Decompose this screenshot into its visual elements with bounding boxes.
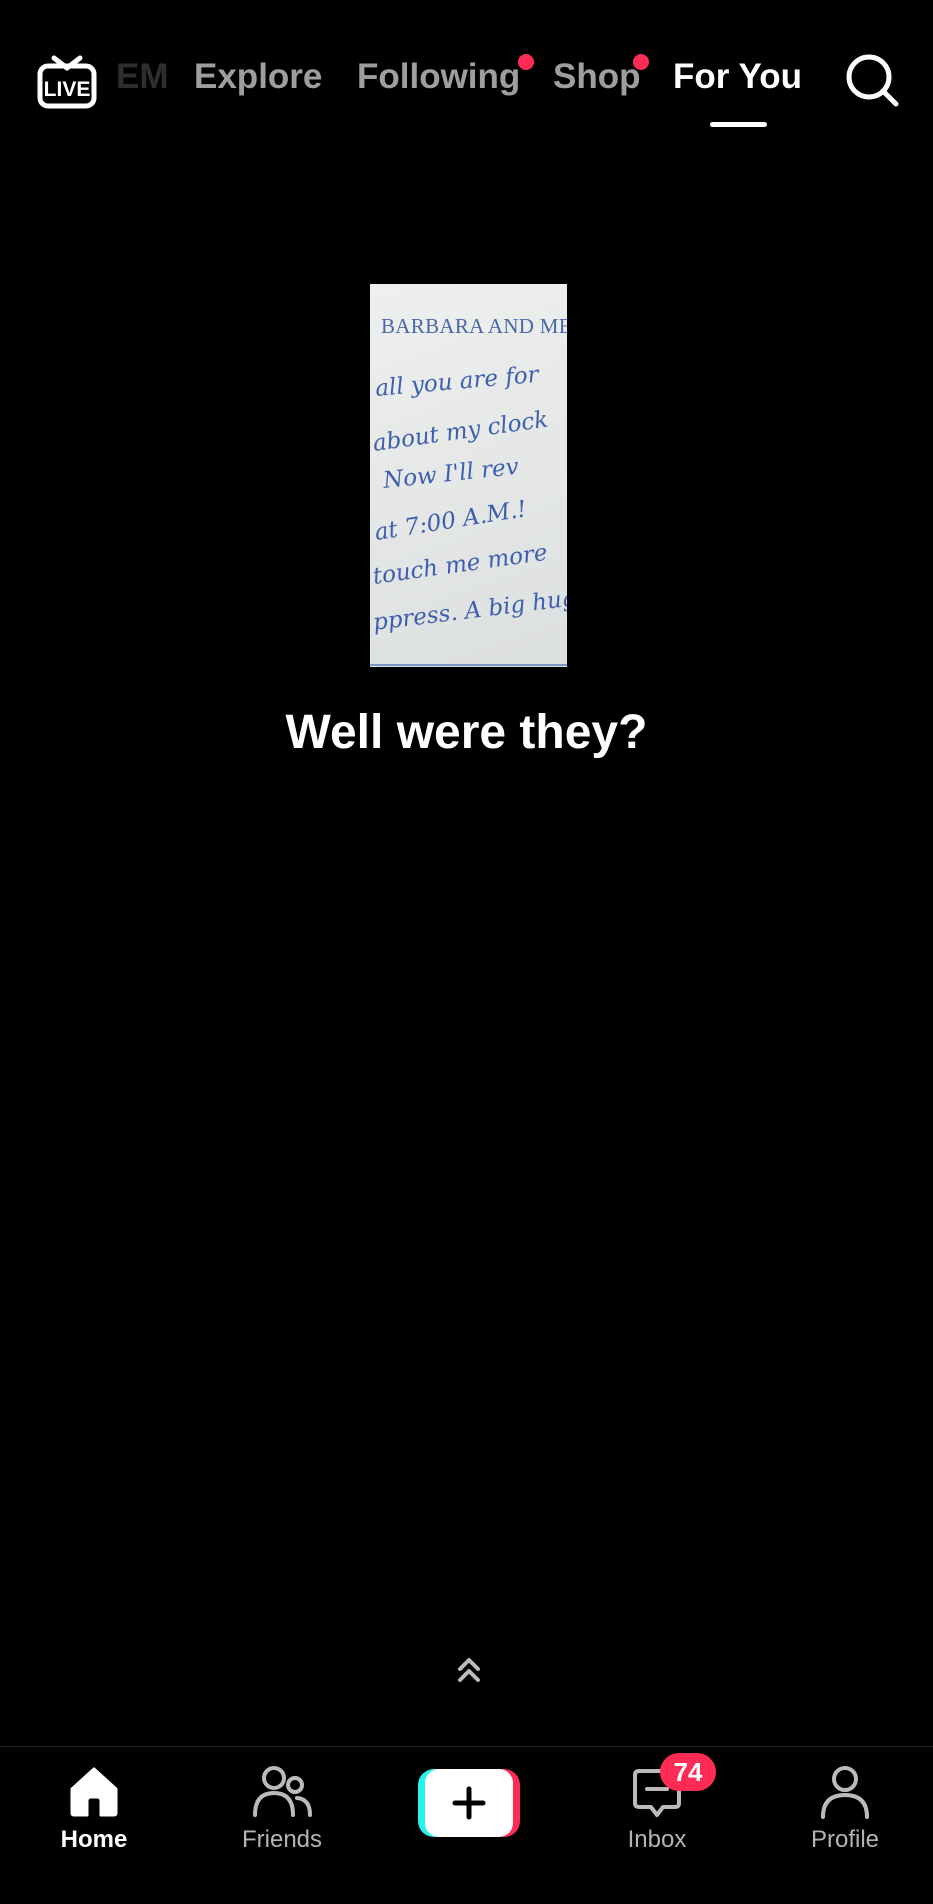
bottom-navigation: Home Friends Inbox 74 Profile bbox=[0, 1746, 933, 1904]
active-tab-indicator bbox=[710, 122, 767, 127]
inbox-unread-badge: 74 bbox=[660, 1753, 716, 1791]
post-image-handwritten-note: BARBARA AND MER all you are for about my… bbox=[370, 284, 567, 667]
search-button[interactable] bbox=[844, 52, 900, 108]
tab-following[interactable]: Following bbox=[357, 56, 520, 98]
note-line-2: about my clock bbox=[371, 407, 550, 457]
nav-profile-label: Profile bbox=[810, 1826, 880, 1853]
profile-icon bbox=[821, 1766, 869, 1819]
search-icon bbox=[846, 54, 899, 107]
note-line-6: ppress. A big hug bbox=[372, 585, 567, 636]
tab-em[interactable]: EM bbox=[116, 56, 169, 98]
nav-inbox-label: Inbox bbox=[627, 1826, 687, 1853]
note-line-4: at 7:00 A.M.! bbox=[373, 496, 528, 546]
create-post-button[interactable] bbox=[418, 1769, 520, 1837]
tab-shop[interactable]: Shop bbox=[553, 56, 640, 98]
note-line-5: touch me more bbox=[371, 540, 549, 590]
plus-icon bbox=[452, 1786, 486, 1820]
nav-profile[interactable]: Profile bbox=[775, 1747, 915, 1867]
post-caption: Well were they? bbox=[285, 706, 648, 759]
tab-for-you[interactable]: For You bbox=[673, 56, 802, 98]
app-screen: LIVE EM Explore Following Shop For You B… bbox=[0, 0, 933, 1904]
note-line-3: Now I'll rev bbox=[381, 454, 520, 494]
double-chevron-up-icon bbox=[458, 1658, 480, 1682]
nav-friends-label: Friends bbox=[241, 1826, 323, 1853]
shop-notification-dot bbox=[633, 54, 649, 70]
following-notification-dot bbox=[518, 54, 534, 70]
nav-friends[interactable]: Friends bbox=[212, 1747, 352, 1867]
note-header-text: BARBARA AND MER bbox=[381, 314, 567, 338]
tab-explore[interactable]: Explore bbox=[194, 56, 322, 98]
friends-icon bbox=[253, 1766, 312, 1817]
feed-tabs: EM Explore Following Shop For You bbox=[0, 0, 933, 140]
top-bar: LIVE EM Explore Following Shop For You bbox=[0, 0, 933, 140]
note-line-1: all you are for bbox=[374, 362, 541, 402]
home-icon bbox=[70, 1767, 118, 1817]
nav-home[interactable]: Home bbox=[24, 1747, 164, 1867]
nav-home-label: Home bbox=[60, 1826, 128, 1853]
swipe-up-hint bbox=[456, 1655, 482, 1685]
